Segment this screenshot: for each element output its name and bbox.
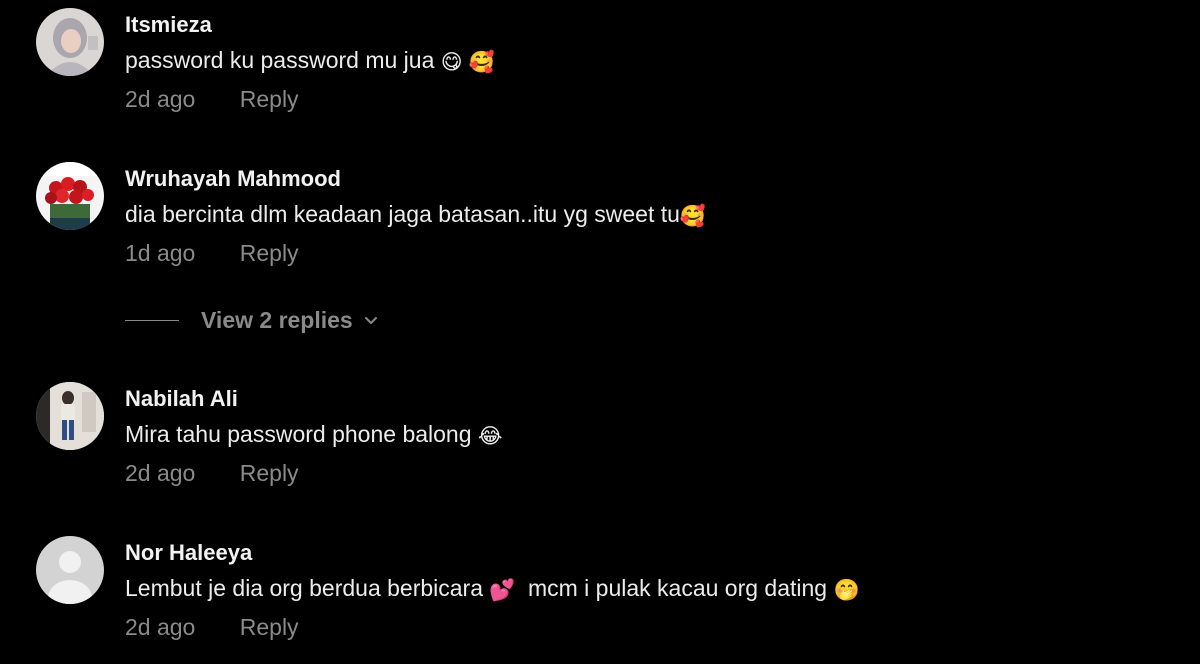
emoji-icon: 😋 🥰 bbox=[440, 51, 495, 74]
avatar-person-photo-icon bbox=[36, 382, 104, 450]
avatar[interactable] bbox=[36, 8, 104, 76]
emoji-icon: 💕 bbox=[489, 579, 516, 602]
comment-meta: 2d ago Reply bbox=[125, 614, 299, 641]
avatar[interactable] bbox=[36, 382, 104, 450]
reply-button[interactable]: Reply bbox=[240, 460, 299, 486]
comment-meta: 2d ago Reply bbox=[125, 86, 299, 113]
comment-text-body: Mira tahu password phone balong bbox=[125, 421, 472, 447]
comment-item: Wruhayah Mahmood dia bercinta dlm keadaa… bbox=[36, 158, 1176, 268]
avatar[interactable] bbox=[36, 162, 104, 230]
comment-text: Lembut je dia org berdua berbicara 💕 mcm… bbox=[125, 575, 860, 603]
comment-item: Nor Haleeya Lembut je dia org berdua ber… bbox=[36, 532, 1176, 642]
comment-text: dia bercinta dlm keadaan jaga batasan..i… bbox=[125, 201, 706, 229]
comment-text-body: Lembut je dia org berdua berbicara bbox=[125, 575, 484, 601]
comment-text: password ku password mu jua 😋 🥰 bbox=[125, 47, 495, 75]
emoji-icon: 🥰 bbox=[679, 205, 707, 228]
comment-timestamp: 2d ago bbox=[125, 86, 196, 112]
avatar-roses-photo-icon bbox=[36, 162, 104, 230]
comment-username[interactable]: Wruhayah Mahmood bbox=[125, 166, 341, 192]
comment-username[interactable]: Nabilah Ali bbox=[125, 386, 238, 412]
comment-timestamp: 2d ago bbox=[125, 614, 196, 640]
comment-item: Itsmieza password ku password mu jua 😋 🥰… bbox=[36, 4, 1176, 114]
comment-text-body: password ku password mu jua bbox=[125, 47, 435, 73]
comment-username[interactable]: Nor Haleeya bbox=[125, 540, 252, 566]
comment-text-continued: mcm i pulak kacau org dating bbox=[527, 575, 828, 601]
avatar-default-icon bbox=[36, 536, 104, 604]
comment-timestamp: 1d ago bbox=[125, 240, 196, 266]
comment-timestamp: 2d ago bbox=[125, 460, 196, 486]
avatar-hijab-photo-icon bbox=[36, 8, 104, 76]
view-replies-button[interactable]: View 2 replies bbox=[125, 305, 379, 335]
comment-username[interactable]: Itsmieza bbox=[125, 12, 212, 38]
view-replies-label: View 2 replies bbox=[201, 306, 353, 333]
reply-button[interactable]: Reply bbox=[240, 240, 299, 266]
emoji-icon: 🤭 bbox=[833, 579, 860, 602]
comment-meta: 1d ago Reply bbox=[125, 240, 299, 267]
comment-item: Nabilah Ali Mira tahu password phone bal… bbox=[36, 378, 1176, 488]
comment-meta: 2d ago Reply bbox=[125, 460, 299, 487]
divider-line bbox=[125, 319, 179, 321]
comment-text: Mira tahu password phone balong 😂 bbox=[125, 421, 502, 449]
emoji-icon: 😂 bbox=[477, 425, 503, 448]
comment-text-body: dia bercinta dlm keadaan jaga batasan..i… bbox=[125, 201, 680, 227]
reply-button[interactable]: Reply bbox=[240, 86, 299, 112]
reply-button[interactable]: Reply bbox=[240, 614, 299, 640]
chevron-down-icon bbox=[364, 317, 377, 324]
avatar[interactable] bbox=[36, 536, 104, 604]
